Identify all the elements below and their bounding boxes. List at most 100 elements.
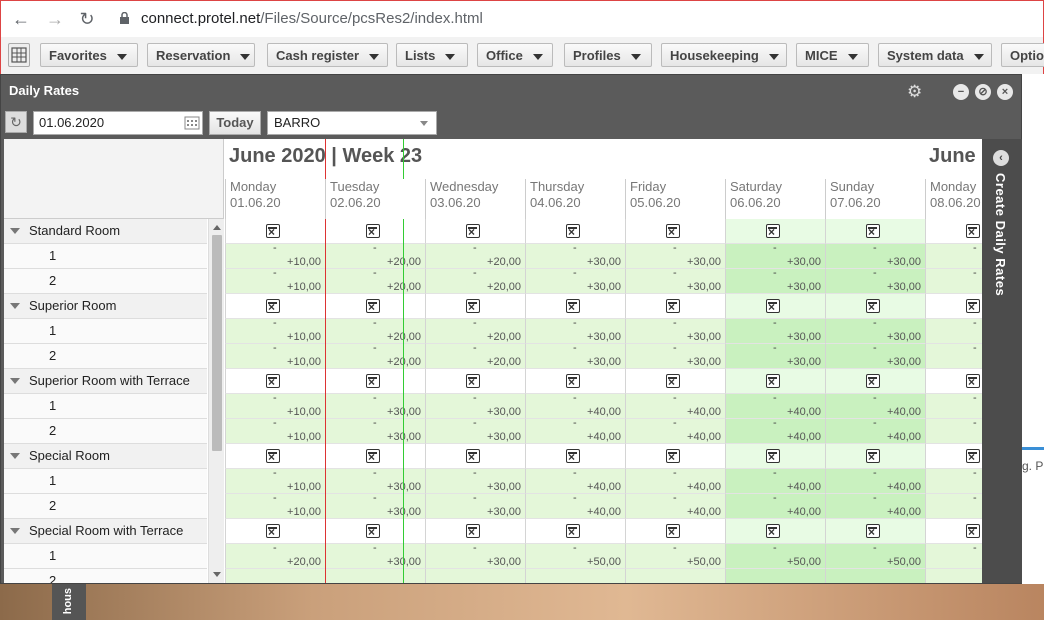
gear-icon[interactable]: ⚙ [907, 83, 925, 101]
rate-cell[interactable]: - +20,00 [425, 267, 525, 294]
rate-cell[interactable]: - +30,00 [425, 542, 525, 569]
close-rate-cell[interactable] [725, 294, 825, 319]
rate-cell[interactable]: - +30,00 [425, 492, 525, 519]
occupancy-row[interactable]: 2 [4, 494, 207, 519]
rate-cell[interactable]: - +40,00 [825, 492, 925, 519]
rate-cell[interactable]: - +20,00 [425, 342, 525, 369]
rate-cell[interactable] [425, 569, 525, 583]
back-icon[interactable]: ← [11, 9, 31, 29]
rate-cell[interactable] [225, 569, 325, 583]
rate-cell[interactable]: - +20,00 [325, 342, 425, 369]
close-rate-cell[interactable] [525, 519, 625, 544]
menu-optio[interactable]: Optio [1001, 43, 1044, 67]
rate-cell[interactable]: - +40,00 [525, 492, 625, 519]
today-button[interactable]: Today [209, 111, 261, 135]
occupancy-row[interactable]: 1 [4, 544, 207, 569]
calendar-close-icon[interactable] [366, 299, 380, 314]
close-rate-cell[interactable] [725, 369, 825, 394]
rate-cell[interactable]: - +30,00 [325, 542, 425, 569]
rate-cell[interactable]: - +40,00 [725, 467, 825, 494]
rate-cell[interactable]: - +40,00 [825, 417, 925, 444]
calendar-close-icon[interactable] [666, 224, 680, 239]
collapse-triangle-icon[interactable] [10, 303, 20, 309]
close-rate-cell[interactable] [225, 519, 325, 544]
rate-cell[interactable]: - +40,00 [625, 467, 725, 494]
close-rate-cell[interactable] [225, 369, 325, 394]
calendar-close-icon[interactable] [766, 449, 780, 464]
rate-cell[interactable]: - +30,00 [525, 317, 625, 344]
close-rate-cell[interactable] [325, 519, 425, 544]
rate-cell[interactable]: - +40,00 [725, 492, 825, 519]
scroll-up-icon[interactable] [213, 225, 221, 230]
calendar-close-icon[interactable] [966, 299, 980, 314]
calendar-close-icon[interactable] [866, 524, 880, 539]
menu-office[interactable]: Office [477, 43, 553, 67]
menu-lists[interactable]: Lists [396, 43, 468, 67]
close-rate-cell[interactable] [425, 519, 525, 544]
close-rate-cell[interactable] [425, 444, 525, 469]
menu-favorites[interactable]: Favorites [40, 43, 138, 67]
rate-cell[interactable]: - +30,00 [425, 467, 525, 494]
rate-cell[interactable]: - +30,00 [825, 342, 925, 369]
rate-cell[interactable]: - +30,00 [625, 317, 725, 344]
rate-cell[interactable]: - +30,00 [625, 342, 725, 369]
calendar-close-icon[interactable] [266, 224, 280, 239]
close-rate-cell[interactable] [725, 444, 825, 469]
rate-cell[interactable]: - +50,00 [825, 542, 925, 569]
close-rate-cell[interactable] [825, 444, 925, 469]
rate-cell[interactable]: - +40,00 [525, 392, 625, 419]
menu-reservation[interactable]: Reservation [147, 43, 255, 67]
calendar-close-icon[interactable] [466, 299, 480, 314]
close-rate-cell[interactable] [225, 294, 325, 319]
calendar-close-icon[interactable] [566, 374, 580, 389]
close-rate-cell[interactable] [625, 294, 725, 319]
rate-cell[interactable]: - +40,00 [725, 392, 825, 419]
occupancy-row[interactable]: 1 [4, 469, 207, 494]
rate-code-select[interactable]: BARRO [267, 111, 437, 135]
occupancy-row[interactable]: 2 [4, 569, 207, 583]
close-icon[interactable]: × [997, 84, 1013, 100]
close-rate-cell[interactable] [625, 369, 725, 394]
calendar-close-icon[interactable] [366, 524, 380, 539]
close-rate-cell[interactable] [525, 369, 625, 394]
rate-cell[interactable]: - +30,00 [525, 267, 625, 294]
calendar-close-icon[interactable] [666, 374, 680, 389]
occupancy-row[interactable]: 1 [4, 394, 207, 419]
rate-cell[interactable]: - +30,00 [425, 417, 525, 444]
rate-cell[interactable]: - +30,00 [425, 392, 525, 419]
rate-cell[interactable] [725, 569, 825, 583]
calendar-close-icon[interactable] [566, 299, 580, 314]
calendar-close-icon[interactable] [466, 374, 480, 389]
room-category-row[interactable]: Superior Room [4, 294, 207, 319]
rate-cell[interactable]: - [925, 267, 982, 294]
close-rate-cell[interactable] [825, 369, 925, 394]
rate-cell[interactable]: - +30,00 [325, 467, 425, 494]
calendar-close-icon[interactable] [766, 299, 780, 314]
rate-cell[interactable] [825, 569, 925, 583]
menu-mice[interactable]: MICE [796, 43, 869, 67]
calendar-close-icon[interactable] [766, 374, 780, 389]
vertical-scrollbar[interactable] [208, 219, 224, 583]
collapse-left-icon[interactable]: ‹ [993, 150, 1009, 166]
rate-cell[interactable]: - [925, 392, 982, 419]
close-rate-cell[interactable] [625, 519, 725, 544]
rate-cell[interactable]: - +40,00 [625, 392, 725, 419]
rate-cell[interactable]: - +30,00 [625, 242, 725, 269]
rate-cell[interactable]: - +30,00 [325, 417, 425, 444]
reload-icon[interactable]: ↻ [77, 9, 97, 29]
room-category-row[interactable]: Superior Room with Terrace [4, 369, 207, 394]
close-rate-cell[interactable] [925, 294, 982, 319]
calendar-close-icon[interactable] [966, 524, 980, 539]
address-bar[interactable]: connect.protel.net/Files/Source/pcsRes2/… [141, 10, 483, 27]
collapse-triangle-icon[interactable] [10, 453, 20, 459]
close-rate-cell[interactable] [425, 369, 525, 394]
room-category-row[interactable]: Special Room [4, 444, 207, 469]
calendar-close-icon[interactable] [966, 224, 980, 239]
rate-cell[interactable]: - +10,00 [225, 467, 325, 494]
rate-cell[interactable] [325, 569, 425, 583]
calendar-close-icon[interactable] [766, 224, 780, 239]
calendar-close-icon[interactable] [266, 299, 280, 314]
close-rate-cell[interactable] [525, 294, 625, 319]
close-rate-cell[interactable] [925, 444, 982, 469]
close-rate-cell[interactable] [225, 219, 325, 244]
